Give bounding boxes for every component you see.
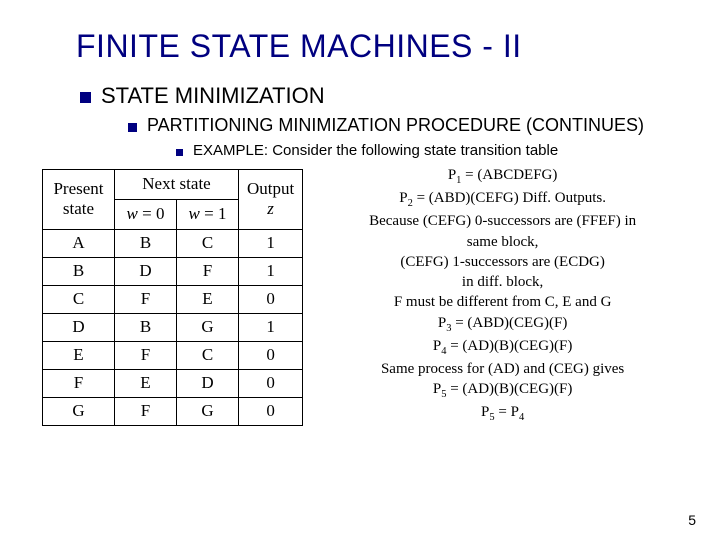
page-number: 5 xyxy=(688,512,696,528)
table-row: FED0 xyxy=(43,369,303,397)
table-row: EFC0 xyxy=(43,341,303,369)
bullet-level-3: EXAMPLE: Consider the following state tr… xyxy=(176,142,684,159)
output-var: z xyxy=(267,199,274,218)
note-line: P4 = (AD)(B)(CEG)(F) xyxy=(321,336,684,359)
cell-w0: B xyxy=(115,313,177,341)
note-line: P3 = (ABD)(CEG)(F) xyxy=(321,313,684,336)
cell-w1: E xyxy=(177,285,239,313)
cell-ps: D xyxy=(43,313,115,341)
level-3-text: EXAMPLE: Consider the following state tr… xyxy=(193,142,558,159)
cell-ps: F xyxy=(43,369,115,397)
note-line: Because (CEFG) 0-successors are (FFEF) i… xyxy=(321,211,684,231)
cell-z: 0 xyxy=(239,397,303,425)
note-line: in diff. block, xyxy=(321,272,684,292)
cell-z: 1 xyxy=(239,229,303,257)
table-row: CFE0 xyxy=(43,285,303,313)
cell-ps: C xyxy=(43,285,115,313)
w-var: w xyxy=(127,204,138,223)
cell-z: 0 xyxy=(239,285,303,313)
square-bullet-icon xyxy=(176,149,183,156)
cell-w1: G xyxy=(177,397,239,425)
level-1-text: STATE MINIMIZATION xyxy=(101,83,325,109)
col-next-state: Next state xyxy=(115,170,239,200)
col-w0: w = 0 xyxy=(115,199,177,229)
table-row: BDF1 xyxy=(43,257,303,285)
cell-ps: A xyxy=(43,229,115,257)
slide-title: FINITE STATE MACHINES - II xyxy=(76,28,684,65)
col-present-state: Present state xyxy=(43,170,115,230)
note-line: F must be different from C, E and G xyxy=(321,292,684,312)
table-row: ABC1 xyxy=(43,229,303,257)
output-label: Output xyxy=(247,179,294,198)
cell-w0: F xyxy=(115,341,177,369)
w-var: w xyxy=(189,204,200,223)
table-row: DBG1 xyxy=(43,313,303,341)
note-line: Same process for (AD) and (CEG) gives xyxy=(321,359,684,379)
cell-ps: G xyxy=(43,397,115,425)
cell-w0: F xyxy=(115,285,177,313)
w-eq: = 0 xyxy=(138,204,165,223)
cell-w1: G xyxy=(177,313,239,341)
level-2-text: PARTITIONING MINIMIZATION PROCEDURE (CON… xyxy=(147,115,644,136)
cell-z: 1 xyxy=(239,313,303,341)
cell-z: 1 xyxy=(239,257,303,285)
w-eq: = 1 xyxy=(200,204,227,223)
table-row: GFG0 xyxy=(43,397,303,425)
note-line: P1 = (ABCDEFG) xyxy=(321,165,684,188)
cell-w1: C xyxy=(177,341,239,369)
note-line: P2 = (ABD)(CEFG) Diff. Outputs. xyxy=(321,188,684,211)
note-line: P5 = (AD)(B)(CEG)(F) xyxy=(321,379,684,402)
cell-w1: C xyxy=(177,229,239,257)
content-row: Present state Next state Output z w = 0 … xyxy=(42,169,684,426)
bullet-level-2: PARTITIONING MINIMIZATION PROCEDURE (CON… xyxy=(128,115,684,136)
square-bullet-icon xyxy=(80,92,91,103)
cell-w0: F xyxy=(115,397,177,425)
bullet-level-1: STATE MINIMIZATION xyxy=(80,83,684,109)
note-line: P5 = P4 xyxy=(321,402,684,425)
cell-w0: E xyxy=(115,369,177,397)
note-line: (CEFG) 1-successors are (ECDG) xyxy=(321,252,684,272)
cell-w1: F xyxy=(177,257,239,285)
cell-w0: D xyxy=(115,257,177,285)
table-header-row: Present state Next state Output z xyxy=(43,170,303,200)
col-output: Output z xyxy=(239,170,303,230)
cell-ps: E xyxy=(43,341,115,369)
state-transition-table: Present state Next state Output z w = 0 … xyxy=(42,169,303,426)
cell-z: 0 xyxy=(239,341,303,369)
cell-w1: D xyxy=(177,369,239,397)
cell-w0: B xyxy=(115,229,177,257)
derivation-notes: P1 = (ABCDEFG) P2 = (ABD)(CEFG) Diff. Ou… xyxy=(321,165,684,426)
cell-z: 0 xyxy=(239,369,303,397)
col-w1: w = 1 xyxy=(177,199,239,229)
note-line: same block, xyxy=(321,232,684,252)
cell-ps: B xyxy=(43,257,115,285)
square-bullet-icon xyxy=(128,123,137,132)
